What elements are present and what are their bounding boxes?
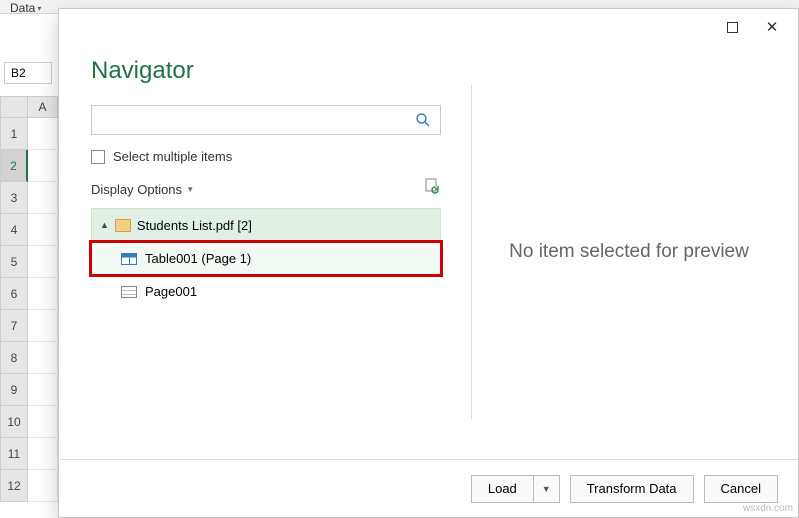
- navigator-dialog: ✕ Navigator Select multiple items Displa…: [58, 8, 799, 518]
- cancel-button[interactable]: Cancel: [704, 475, 778, 503]
- tree-item-page[interactable]: Page001: [91, 275, 441, 308]
- row-header[interactable]: 2: [0, 150, 28, 182]
- row-header[interactable]: 10: [0, 406, 28, 438]
- close-button[interactable]: ✕: [752, 14, 792, 40]
- dialog-footer: Load ▼ Transform Data Cancel: [59, 459, 798, 517]
- load-button[interactable]: Load: [471, 475, 533, 503]
- ribbon-tab-label: Data: [10, 1, 35, 15]
- transform-data-button[interactable]: Transform Data: [570, 475, 694, 503]
- cell[interactable]: [28, 214, 58, 246]
- cell[interactable]: [28, 374, 58, 406]
- name-box[interactable]: B2: [4, 62, 52, 84]
- row-header[interactable]: 3: [0, 182, 28, 214]
- tree-root-label: Students List.pdf [2]: [137, 218, 252, 233]
- row-header[interactable]: 5: [0, 246, 28, 278]
- search-input[interactable]: [92, 106, 406, 134]
- row-header[interactable]: 4: [0, 214, 28, 246]
- refresh-button[interactable]: [424, 178, 441, 200]
- chevron-down-icon: ▼: [542, 484, 551, 494]
- load-dropdown-button[interactable]: ▼: [533, 475, 560, 503]
- tree-item-label: Table001 (Page 1): [145, 251, 251, 266]
- row-header[interactable]: 8: [0, 342, 28, 374]
- source-tree: ▲ Students List.pdf [2] Table001 (Page 1…: [91, 208, 441, 308]
- select-multiple-row[interactable]: Select multiple items: [91, 149, 441, 164]
- dialog-titlebar: ✕: [59, 9, 798, 45]
- maximize-button[interactable]: [712, 14, 752, 40]
- preview-empty-text: No item selected for preview: [509, 241, 749, 263]
- cell[interactable]: [28, 470, 58, 502]
- display-options-button[interactable]: Display Options ▾: [91, 182, 193, 197]
- search-field-wrap: [91, 105, 441, 135]
- select-multiple-checkbox[interactable]: [91, 150, 105, 164]
- table-icon: [121, 253, 137, 265]
- name-box-row: B2: [0, 62, 58, 88]
- preview-pane: No item selected for preview: [492, 45, 766, 459]
- maximize-icon: [727, 22, 738, 33]
- cell[interactable]: [28, 406, 58, 438]
- tree-root-item[interactable]: ▲ Students List.pdf [2]: [91, 208, 441, 242]
- watermark: wsxdn.com: [743, 503, 793, 514]
- row-header[interactable]: 1: [0, 118, 28, 150]
- transform-button-label: Transform Data: [587, 481, 677, 496]
- ribbon-tab-data[interactable]: Data ▾: [6, 0, 45, 16]
- page-icon: [121, 286, 137, 298]
- load-button-label: Load: [488, 481, 517, 496]
- row-header[interactable]: 11: [0, 438, 28, 470]
- tree-item-label: Page001: [145, 284, 197, 299]
- navigator-left-pane: Navigator Select multiple items Display …: [91, 45, 441, 459]
- cell[interactable]: [28, 438, 58, 470]
- cell[interactable]: [28, 310, 58, 342]
- row-header[interactable]: 6: [0, 278, 28, 310]
- select-all-corner[interactable]: [0, 96, 28, 118]
- dialog-title: Navigator: [91, 57, 441, 85]
- cell[interactable]: [28, 182, 58, 214]
- search-button[interactable]: [406, 106, 440, 134]
- search-icon: [415, 112, 431, 128]
- refresh-icon: [424, 178, 441, 195]
- load-split-button: Load ▼: [471, 475, 560, 503]
- folder-icon: [115, 219, 131, 232]
- worksheet-grid: A 123456789101112: [0, 96, 58, 518]
- row-header[interactable]: 7: [0, 310, 28, 342]
- cell[interactable]: [28, 118, 58, 150]
- cell[interactable]: [28, 246, 58, 278]
- display-options-label: Display Options: [91, 182, 182, 197]
- close-icon: ✕: [766, 18, 779, 36]
- name-box-value: B2: [11, 66, 26, 80]
- collapse-icon[interactable]: ▲: [100, 220, 109, 230]
- row-header[interactable]: 9: [0, 374, 28, 406]
- cell[interactable]: [28, 278, 58, 310]
- column-header[interactable]: A: [28, 96, 58, 118]
- dialog-body: Navigator Select multiple items Display …: [59, 45, 798, 459]
- pane-divider: [471, 85, 472, 419]
- chevron-down-icon: ▾: [188, 184, 193, 195]
- display-options-row: Display Options ▾: [91, 178, 441, 200]
- cell[interactable]: [28, 342, 58, 374]
- cancel-button-label: Cancel: [721, 481, 761, 496]
- select-multiple-label: Select multiple items: [113, 149, 232, 164]
- row-header[interactable]: 12: [0, 470, 28, 502]
- rows-container: 123456789101112: [0, 118, 58, 502]
- ribbon-tab-dropdown-icon: ▾: [37, 4, 41, 13]
- cell[interactable]: [28, 150, 58, 182]
- tree-item-table[interactable]: Table001 (Page 1): [91, 242, 441, 275]
